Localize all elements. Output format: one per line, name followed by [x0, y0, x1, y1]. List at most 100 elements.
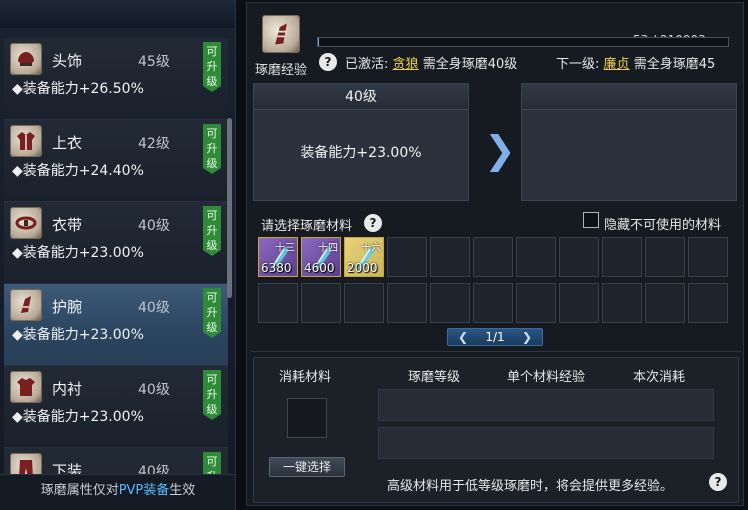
- helmet-icon: [10, 43, 42, 75]
- slot-belt[interactable]: 衣带 40级 ◆装备能力+23.00% 可升级: [4, 202, 228, 284]
- slot-helmet[interactable]: 头饰 45级 ◆装备能力+26.50% 可升级: [4, 38, 228, 120]
- shirt-icon: [10, 371, 42, 403]
- slot-level: 45级: [138, 54, 170, 70]
- slot-name: 内衬: [52, 380, 83, 398]
- activated-set: 已激活: 贪狼 需全身琢磨40级: [345, 53, 517, 72]
- material-cell[interactable]: [645, 237, 685, 277]
- slot-shirt[interactable]: 内衬 40级 ◆装备能力+23.00% 可升级: [4, 366, 228, 448]
- slot-stat: ◆装备能力+23.00%: [12, 409, 144, 425]
- exp-progress-fill: [318, 38, 319, 46]
- slot-bracer[interactable]: 护腕 40级 ◆装备能力+23.00% 可升级: [4, 284, 228, 366]
- material-cell[interactable]: [602, 237, 642, 277]
- material-cell[interactable]: [688, 283, 728, 323]
- help-icon[interactable]: ?: [709, 473, 727, 491]
- upgrade-tag: 可升级: [203, 288, 221, 338]
- item-grade-mark: 十三: [275, 243, 295, 254]
- item-count: 6380: [261, 261, 292, 275]
- polish-crystal-item[interactable]: 十三 6380: [258, 237, 298, 277]
- consume-row: [378, 389, 714, 421]
- col-polish-level: 琢磨等级: [408, 370, 461, 385]
- left-panel-header: [0, 0, 235, 28]
- upgrade-tag: 可升级: [203, 42, 221, 92]
- next-desc: 需全身琢磨45: [633, 57, 716, 72]
- material-cell[interactable]: [430, 237, 470, 277]
- material-cell[interactable]: [387, 283, 427, 323]
- upgrade-tag: 可升级: [203, 124, 221, 174]
- material-cell[interactable]: [473, 283, 513, 323]
- next-set: 下一级: 廉贞 需全身琢磨45: [556, 53, 715, 72]
- activated-desc: 需全身琢磨40级: [422, 57, 518, 72]
- prev-page-icon[interactable]: ❮: [458, 329, 468, 345]
- slot-level: 40级: [138, 218, 170, 234]
- next-tier-title: [522, 84, 736, 110]
- consume-row: [378, 427, 714, 459]
- next-tier-box: [521, 83, 737, 201]
- material-cell[interactable]: 十三 6380: [258, 237, 298, 277]
- consume-material-slot[interactable]: [287, 398, 327, 438]
- slot-level: 42级: [138, 136, 170, 152]
- robe-icon: [10, 125, 42, 157]
- equipment-slot-list: 头饰 45级 ◆装备能力+26.50% 可升级 上衣 42级 ◆装备能力+24.…: [4, 38, 228, 510]
- current-tier-box: 40级 装备能力+23.00%: [253, 83, 469, 201]
- material-cell[interactable]: [602, 283, 642, 323]
- slot-robe[interactable]: 上衣 42级 ◆装备能力+24.40% 可升级: [4, 120, 228, 202]
- slot-name: 衣带: [52, 216, 83, 234]
- material-cell[interactable]: [473, 237, 513, 277]
- equipment-slot-panel: 头饰 45级 ◆装备能力+26.50% 可升级 上衣 42级 ◆装备能力+24.…: [0, 0, 236, 510]
- material-cell[interactable]: [344, 283, 384, 323]
- bracer-icon: [10, 289, 42, 321]
- next-page-icon[interactable]: ❯: [522, 329, 532, 345]
- hide-unusable-checkbox[interactable]: [583, 212, 599, 228]
- help-icon[interactable]: ?: [364, 214, 382, 232]
- one-click-select-button[interactable]: 一键选择: [269, 457, 345, 477]
- polish-exp-label: 琢磨经验: [255, 63, 308, 78]
- upgrade-tag: 可升级: [203, 370, 221, 420]
- item-grade-mark: 十六: [361, 243, 381, 254]
- material-cell[interactable]: [516, 237, 556, 277]
- col-consume-material: 消耗材料: [279, 370, 332, 385]
- material-hint: 高级材料用于低等级琢磨时，将会提供更多经验。: [387, 479, 674, 494]
- col-total-consume: 本次消耗: [633, 370, 686, 385]
- slot-stat: ◆装备能力+23.00%: [12, 245, 144, 261]
- material-cell[interactable]: [430, 283, 470, 323]
- upgrade-tag: 可升级: [203, 206, 221, 256]
- activated-prefix: 已激活:: [345, 57, 389, 72]
- help-icon[interactable]: ?: [319, 53, 337, 71]
- current-tier-title: 40级: [254, 84, 468, 110]
- material-cell[interactable]: [559, 283, 599, 323]
- material-pager: ❮ 1/1 ❯: [447, 328, 543, 346]
- slot-list-scrollbar[interactable]: [227, 118, 232, 298]
- material-cell[interactable]: [387, 237, 427, 277]
- slot-name: 头饰: [52, 52, 83, 70]
- next-prefix: 下一级:: [556, 57, 600, 72]
- slot-stat: ◆装备能力+23.00%: [12, 327, 144, 343]
- next-set-link[interactable]: 廉贞: [604, 57, 630, 72]
- material-cell[interactable]: [688, 237, 728, 277]
- divider: [251, 351, 741, 352]
- polish-crystal-item[interactable]: 十四 4600: [301, 237, 341, 277]
- pvp-note-suffix: 生效: [169, 483, 196, 498]
- pvp-note: 琢磨属性仅对PVP装备生效: [0, 474, 235, 510]
- slot-stat: ◆装备能力+26.50%: [12, 81, 144, 97]
- activated-set-link[interactable]: 贪狼: [393, 57, 419, 72]
- material-cell[interactable]: [645, 283, 685, 323]
- polish-crystal-item[interactable]: 十六 2000: [344, 237, 384, 277]
- arrow-right-icon: ❯: [484, 128, 516, 172]
- material-cell[interactable]: 十六 2000: [344, 237, 384, 277]
- material-section-title: 请选择琢磨材料: [261, 219, 353, 234]
- belt-icon: [10, 207, 42, 239]
- material-cell[interactable]: [516, 283, 556, 323]
- pvp-note-highlight: PVP装备: [118, 483, 170, 498]
- item-count: 2000: [347, 261, 378, 275]
- slot-level: 40级: [138, 382, 170, 398]
- material-cell[interactable]: [559, 237, 599, 277]
- polish-exp-icon: [262, 15, 300, 53]
- hide-unusable-label: 隐藏不可使用的材料: [604, 218, 722, 233]
- slot-name: 上衣: [52, 134, 83, 152]
- slot-name: 护腕: [52, 298, 83, 316]
- col-unit-exp: 单个材料经验: [507, 370, 586, 385]
- material-cell[interactable]: [301, 283, 341, 323]
- material-cell[interactable]: 十四 4600: [301, 237, 341, 277]
- material-cell[interactable]: [258, 283, 298, 323]
- polish-panel: 琢磨经验 53 / 210903 ? 已激活: 贪狼 需全身琢磨40级 下一级:…: [246, 2, 744, 506]
